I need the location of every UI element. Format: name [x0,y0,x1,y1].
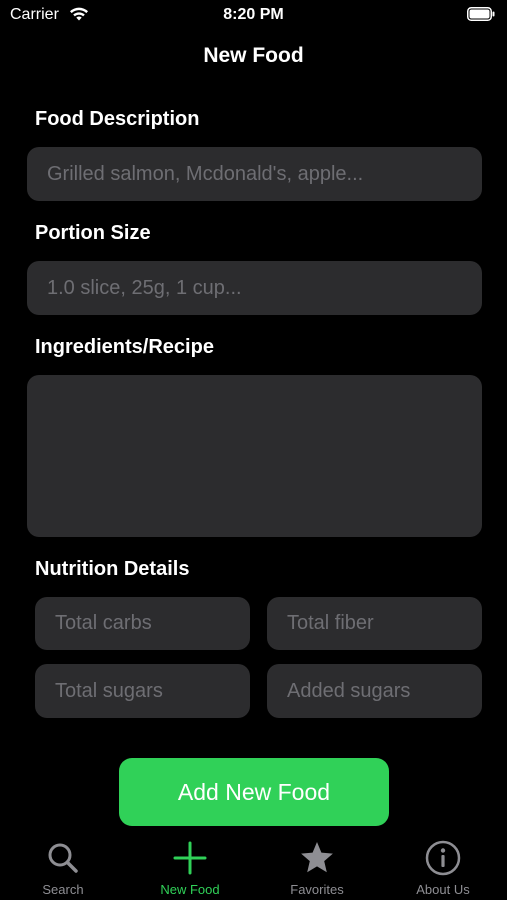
total-fiber-input[interactable] [267,597,482,650]
total-sugars-input[interactable] [35,664,250,718]
add-new-food-button[interactable]: Add New Food [119,758,389,826]
nutrition-details-label: Nutrition Details [35,558,190,580]
battery-icon [467,7,495,21]
screen: Carrier 8:20 PM New Food Food Descriptio… [0,0,507,900]
food-description-label: Food Description [35,108,200,130]
added-sugars-input[interactable] [267,664,482,718]
portion-size-label: Portion Size [35,222,151,244]
tab-favorites-label: Favorites [290,882,344,897]
plus-icon [173,841,207,875]
food-description-input[interactable] [27,147,482,201]
total-carbs-input[interactable] [35,597,250,650]
tab-search[interactable]: Search [0,832,126,900]
ingredients-textarea[interactable] [27,375,482,537]
ingredients-label: Ingredients/Recipe [35,336,214,358]
portion-size-input[interactable] [27,261,482,315]
tab-bar: Search New Food Favorites About Us [0,832,507,900]
status-time: 8:20 PM [223,6,284,23]
search-icon [48,843,78,873]
tab-about-us-label: About Us [416,882,470,897]
tab-favorites[interactable]: Favorites [254,832,380,900]
tab-new-food-label: New Food [160,882,220,897]
star-icon [301,842,333,873]
info-icon [425,840,461,876]
tab-search-label: Search [42,882,84,897]
page-title: New Food [203,44,304,67]
tab-about-us[interactable]: About Us [380,832,506,900]
tab-new-food[interactable]: New Food [127,832,253,900]
status-bar: Carrier 8:20 PM [0,0,507,32]
